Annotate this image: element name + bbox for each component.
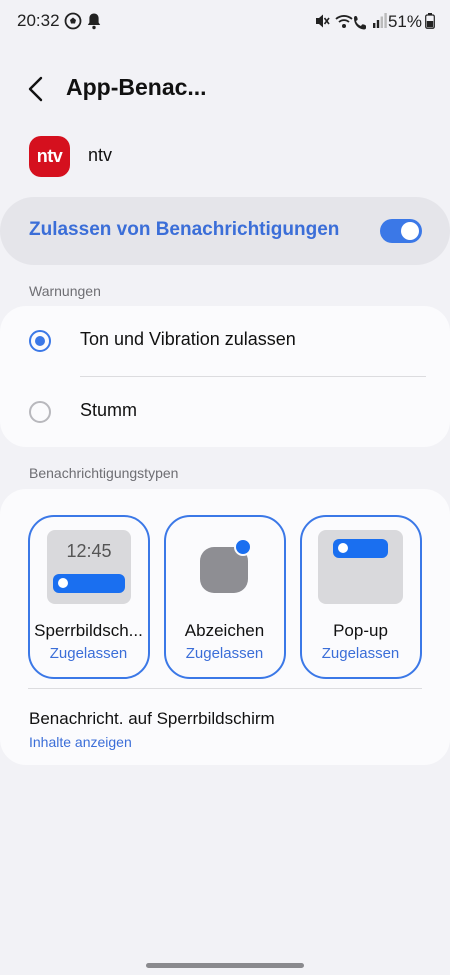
tile-label: Sperrbildsch...	[34, 621, 143, 640]
divider	[80, 376, 426, 377]
status-bar: 20:32 51%	[0, 0, 450, 42]
option-label: Stumm	[80, 400, 138, 420]
chevron-left-icon	[28, 76, 43, 102]
preview-clock: 12:45	[66, 541, 112, 561]
lockscreen-preview: 12:45	[47, 530, 131, 604]
notification-pill	[53, 574, 125, 593]
status-time: 20:32	[17, 11, 60, 30]
soccer-ball-icon	[64, 12, 82, 35]
home-indicator[interactable]	[146, 963, 304, 968]
popup-preview	[318, 530, 403, 604]
allow-notifications-label: Zulassen von Benachrichtigungen	[29, 219, 340, 240]
wifi-calling-icon	[334, 12, 372, 35]
app-name: ntv	[88, 145, 113, 165]
notification-pill	[333, 539, 388, 558]
option-sound-vibration[interactable]: Ton und Vibration zulassen	[0, 306, 450, 374]
warnings-section-header: Warnungen	[29, 283, 101, 299]
bell-icon	[86, 12, 102, 35]
lockscreen-notifications-row[interactable]: Benachricht. auf Sperrbildschirm Inhalte…	[0, 703, 450, 763]
allow-notifications-toggle[interactable]	[380, 219, 422, 243]
notification-types-card: 12:45 Sperrbildsch... Zugelassen Abzeich…	[0, 489, 450, 765]
notification-types-section-header: Benachrichtigungstypen	[29, 465, 179, 481]
type-tile-popup[interactable]: Pop-up Zugelassen	[300, 515, 422, 679]
tile-status: Zugelassen	[49, 645, 128, 662]
mute-icon	[314, 12, 330, 35]
type-tile-badge[interactable]: Abzeichen Zugelassen	[164, 515, 286, 679]
battery-percentage: 51%	[387, 12, 422, 31]
tile-label: Pop-up	[333, 621, 388, 640]
lockscreen-notifications-title: Benachricht. auf Sperrbildschirm	[29, 709, 275, 728]
radio-selected[interactable]	[29, 330, 51, 352]
allow-notifications-row[interactable]: Zulassen von Benachrichtigungen	[0, 197, 450, 265]
toggle-knob	[401, 222, 419, 240]
signal-icon	[373, 12, 387, 33]
lockscreen-notifications-value: Inhalte anzeigen	[29, 734, 132, 750]
option-silent[interactable]: Stumm	[0, 378, 450, 446]
tile-status: Zugelassen	[185, 645, 264, 662]
ntv-app-icon: ntv	[29, 136, 70, 177]
battery-icon	[425, 13, 435, 34]
back-button[interactable]	[22, 72, 52, 106]
page-title: App-Benac...	[66, 74, 207, 100]
divider	[28, 688, 422, 689]
tile-status: Zugelassen	[321, 645, 400, 662]
tile-label: Abzeichen	[184, 621, 265, 640]
type-tile-lockscreen[interactable]: 12:45 Sperrbildsch... Zugelassen	[28, 515, 150, 679]
radio-unselected[interactable]	[29, 401, 51, 423]
option-label: Ton und Vibration zulassen	[80, 329, 296, 349]
warnings-card: Ton und Vibration zulassen Stumm	[0, 306, 450, 447]
badge-dot-icon	[234, 538, 252, 556]
